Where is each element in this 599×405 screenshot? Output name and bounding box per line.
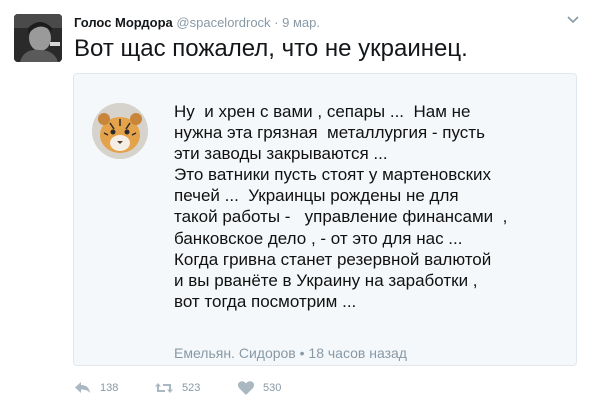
like-count: 530 — [263, 382, 282, 394]
reply-button[interactable]: 138 — [74, 378, 118, 398]
author-handle[interactable]: @spacelordrock — [176, 15, 270, 30]
reply-count: 138 — [100, 382, 119, 394]
tweet-date[interactable]: 9 мар. — [282, 15, 320, 30]
heart-icon — [237, 381, 255, 395]
quoted-post-footer: Емельян. Сидоров • 18 часов назад — [174, 344, 407, 362]
tweet-text: Вот щас пожалел, что не украинец. — [74, 35, 468, 62]
author-name[interactable]: Голос Мордора — [74, 15, 173, 30]
retweet-button[interactable]: 523 — [154, 378, 200, 398]
retweet-count: 523 — [182, 382, 201, 394]
tiger-cub-avatar — [92, 103, 148, 159]
retweet-icon — [155, 383, 173, 393]
like-button[interactable]: 530 — [237, 378, 281, 398]
tweet-header: Голос Мордора @spacelordrock · 9 мар. — [74, 14, 320, 31]
reply-icon — [75, 382, 90, 393]
header-separator: · — [274, 15, 279, 30]
quoted-post-separator: • — [299, 345, 305, 361]
author-avatar[interactable] — [14, 14, 62, 62]
quoted-post-author: Емельян. Сидоров — [174, 345, 296, 361]
quoted-post-card[interactable]: Ну и хрен с вами , сепары ... Нам не нуж… — [73, 73, 577, 366]
quoted-post-text: Ну и хрен с вами , сепары ... Нам не нуж… — [174, 102, 508, 311]
chevron-down-icon[interactable] — [565, 12, 581, 28]
quoted-post-time: 18 часов назад — [308, 345, 407, 361]
